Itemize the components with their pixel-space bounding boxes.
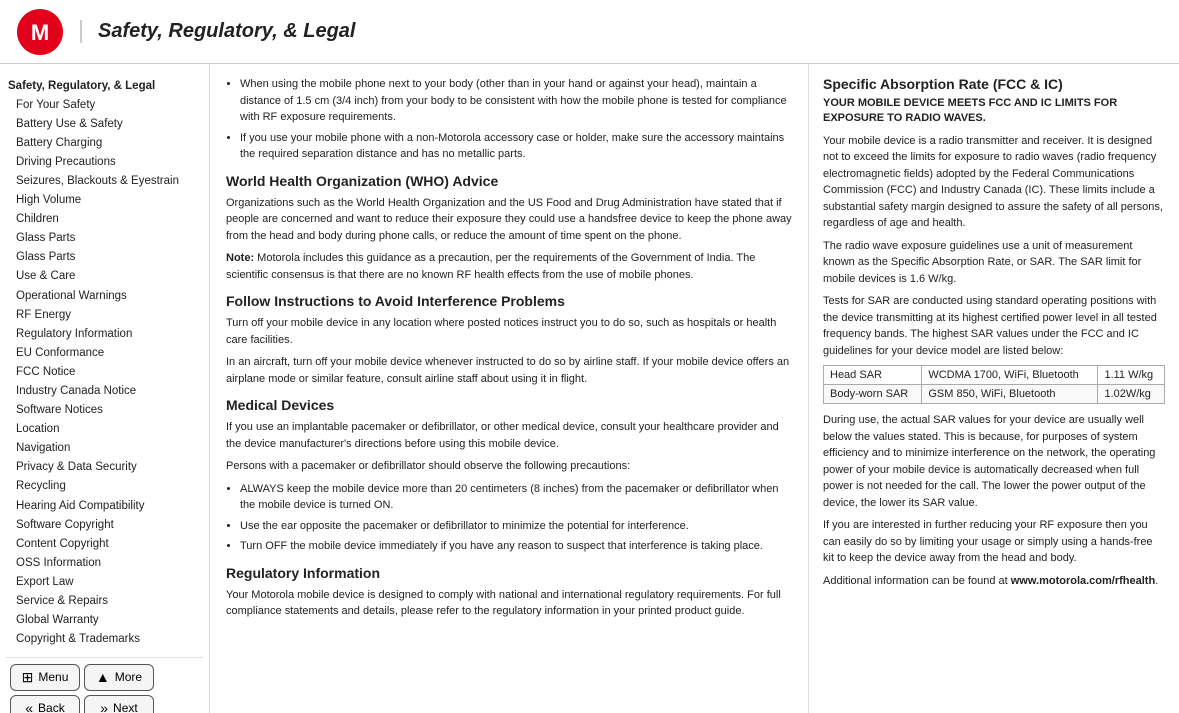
nav-item-software-copyright[interactable]: Software Copyright xyxy=(6,515,203,534)
sar-table-row: Head SARWCDMA 1700, WiFi, Bluetooth1.11 … xyxy=(824,366,1165,385)
sar-para6: Additional information can be found at w… xyxy=(823,573,1165,590)
sar-para3: Tests for SAR are conducted using standa… xyxy=(823,293,1165,359)
nav-item-industry-canada-notice[interactable]: Industry Canada Notice xyxy=(6,382,203,401)
nav-item-for-your-safety[interactable]: For Your Safety xyxy=(6,95,203,114)
sar-para6-prefix: Additional information can be found at xyxy=(823,575,1011,587)
interference-body2: In an aircraft, turn off your mobile dev… xyxy=(226,354,792,387)
nav-item-privacy-data-security[interactable]: Privacy & Data Security xyxy=(6,458,203,477)
nav-items-list: For Your SafetyBattery Use & SafetyBatte… xyxy=(6,95,203,649)
nav-item-software-notices[interactable]: Software Notices xyxy=(6,401,203,420)
nav-item-seizures-blackouts-eyestrain[interactable]: Seizures, Blackouts & Eyestrain xyxy=(6,171,203,190)
nav-item-copyright-trademarks[interactable]: Copyright & Trademarks xyxy=(6,630,203,649)
sar-para6-suffix: . xyxy=(1155,575,1158,587)
bottom-nav: ⊞ Menu ▲ More « Back » Next xyxy=(6,657,203,713)
main-content: When using the mobile phone next to your… xyxy=(210,64,809,713)
sar-value: 1.11 W/kg xyxy=(1098,366,1165,385)
sar-type: Head SAR xyxy=(824,366,922,385)
nav-panel: Safety, Regulatory, & Legal For Your Saf… xyxy=(0,64,210,713)
nav-section-title[interactable]: Safety, Regulatory, & Legal xyxy=(6,76,203,95)
nav-item-global-warranty[interactable]: Global Warranty xyxy=(6,611,203,630)
medical-devices-body1: If you use an implantable pacemaker or d… xyxy=(226,419,792,452)
page-title: Safety, Regulatory, & Legal xyxy=(80,20,355,43)
nav-item-recycling[interactable]: Recycling xyxy=(6,477,203,496)
back-button-label: Back xyxy=(38,701,65,713)
medical-bullet3: Turn OFF the mobile device immediately i… xyxy=(240,538,792,555)
nav-item-operational-warnings[interactable]: Operational Warnings xyxy=(6,286,203,305)
next-button-label: Next xyxy=(113,701,138,713)
bullet-accessory: If you use your mobile phone with a non-… xyxy=(240,130,792,163)
content-area: Safety, Regulatory, & Legal For Your Saf… xyxy=(0,64,1179,713)
next-button-icon: » xyxy=(100,700,108,713)
nav-item-service-repairs[interactable]: Service & Repairs xyxy=(6,592,203,611)
more-button[interactable]: ▲ More xyxy=(84,664,154,691)
nav-list: Safety, Regulatory, & Legal xyxy=(6,76,203,95)
sar-title: Specific Absorption Rate (FCC & IC) xyxy=(823,76,1165,92)
who-advice-body: Organizations such as the World Health O… xyxy=(226,195,792,245)
medical-bullet2: Use the ear opposite the pacemaker or de… xyxy=(240,518,792,535)
nav-item-export-law[interactable]: Export Law xyxy=(6,572,203,591)
right-panel: Specific Absorption Rate (FCC & IC) YOUR… xyxy=(809,64,1179,713)
sar-para4: During use, the actual SAR values for yo… xyxy=(823,412,1165,511)
regulatory-info-body: Your Motorola mobile device is designed … xyxy=(226,587,792,620)
bullet-body-distance: When using the mobile phone next to your… xyxy=(240,76,792,126)
medical-devices-body2: Persons with a pacemaker or defibrillato… xyxy=(226,458,792,475)
menu-button-label: Menu xyxy=(38,670,68,684)
nav-item-glass-parts[interactable]: Glass Parts xyxy=(6,248,203,267)
regulatory-info-title: Regulatory Information xyxy=(226,565,792,581)
nav-item-regulatory-information[interactable]: Regulatory Information xyxy=(6,324,203,343)
sar-spec: GSM 850, WiFi, Bluetooth xyxy=(922,385,1098,404)
nav-item-high-volume[interactable]: High Volume xyxy=(6,191,203,210)
motorola-logo: M xyxy=(16,8,64,56)
nav-item-navigation[interactable]: Navigation xyxy=(6,439,203,458)
sar-table: Head SARWCDMA 1700, WiFi, Bluetooth1.11 … xyxy=(823,365,1165,404)
nav-item-fcc-notice[interactable]: FCC Notice xyxy=(6,362,203,381)
sar-table-row: Body-worn SARGSM 850, WiFi, Bluetooth1.0… xyxy=(824,385,1165,404)
nav-item-eu-conformance[interactable]: EU Conformance xyxy=(6,343,203,362)
nav-item-use-care[interactable]: Use & Care xyxy=(6,267,203,286)
nav-item-battery-charging[interactable]: Battery Charging xyxy=(6,133,203,152)
note-para: Note: Motorola includes this guidance as… xyxy=(226,250,792,283)
menu-button-icon: ⊞ xyxy=(22,669,34,686)
back-button-icon: « xyxy=(25,700,33,713)
back-button[interactable]: « Back xyxy=(10,695,80,713)
sar-type: Body-worn SAR xyxy=(824,385,922,404)
menu-button[interactable]: ⊞ Menu xyxy=(10,664,80,691)
sar-para1: Your mobile device is a radio transmitte… xyxy=(823,133,1165,232)
sar-subtitle: YOUR MOBILE DEVICE MEETS FCC AND IC LIMI… xyxy=(823,96,1165,127)
interference-title: Follow Instructions to Avoid Interferenc… xyxy=(226,293,792,309)
interference-body1: Turn off your mobile device in any locat… xyxy=(226,315,792,348)
more-button-label: More xyxy=(115,670,142,684)
sar-link[interactable]: www.motorola.com/rfhealth xyxy=(1011,575,1155,587)
nav-item-driving-precautions[interactable]: Driving Precautions xyxy=(6,152,203,171)
nav-item-glass-parts[interactable]: Glass Parts xyxy=(6,229,203,248)
nav-item-children[interactable]: Children xyxy=(6,210,203,229)
sar-spec: WCDMA 1700, WiFi, Bluetooth xyxy=(922,366,1098,385)
who-advice-title: World Health Organization (WHO) Advice xyxy=(226,173,792,189)
nav-item-battery-use-safety[interactable]: Battery Use & Safety xyxy=(6,114,203,133)
note-label: Note: xyxy=(226,252,254,264)
nav-item-location[interactable]: Location xyxy=(6,420,203,439)
sar-value: 1.02W/kg xyxy=(1098,385,1165,404)
note-body: Motorola includes this guidance as a pre… xyxy=(226,252,755,281)
svg-text:M: M xyxy=(31,20,49,45)
medical-devices-title: Medical Devices xyxy=(226,397,792,413)
nav-item-content-copyright[interactable]: Content Copyright xyxy=(6,534,203,553)
nav-item-rf-energy[interactable]: RF Energy xyxy=(6,305,203,324)
nav-item-hearing-aid-compatibility[interactable]: Hearing Aid Compatibility xyxy=(6,496,203,515)
nav-item-oss-information[interactable]: OSS Information xyxy=(6,553,203,572)
more-button-icon: ▲ xyxy=(96,669,110,685)
medical-bullet1: ALWAYS keep the mobile device more than … xyxy=(240,481,792,514)
sar-para2: The radio wave exposure guidelines use a… xyxy=(823,238,1165,288)
sar-para5: If you are interested in further reducin… xyxy=(823,517,1165,567)
next-button[interactable]: » Next xyxy=(84,695,154,713)
header: M Safety, Regulatory, & Legal xyxy=(0,0,1179,64)
